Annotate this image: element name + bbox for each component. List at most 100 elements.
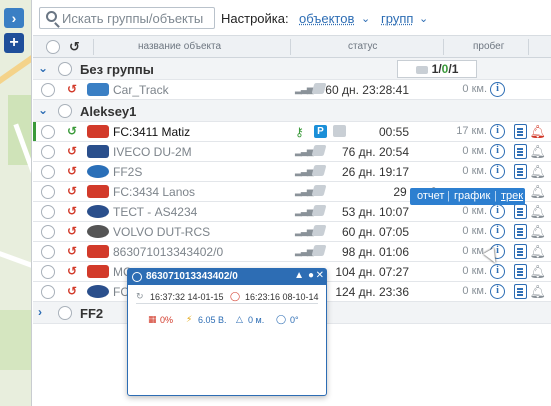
info-icon[interactable]: i: [490, 264, 505, 279]
reload-icon[interactable]: ↺: [67, 284, 77, 298]
satellite-icon: [311, 245, 327, 256]
report-icon[interactable]: [514, 204, 527, 219]
car-icon: [87, 245, 109, 258]
object-name[interactable]: VOLVO DUT-RCS: [113, 225, 210, 239]
info-icon[interactable]: i: [490, 82, 505, 97]
row-checkbox[interactable]: [41, 225, 55, 239]
bell-icon[interactable]: 🔔︎: [529, 224, 546, 240]
close-icon[interactable]: ✕: [316, 270, 324, 281]
group-checkbox[interactable]: [58, 62, 72, 76]
info-icon[interactable]: i: [490, 204, 505, 219]
info-icon[interactable]: i: [490, 144, 505, 159]
object-name[interactable]: IVECO DU-2M: [113, 145, 192, 159]
bell-icon[interactable]: 🔔︎: [529, 284, 546, 300]
select-all-checkbox[interactable]: [46, 40, 60, 54]
row-checkbox[interactable]: [41, 145, 55, 159]
info-icon[interactable]: i: [490, 124, 505, 139]
reload-icon[interactable]: ↺: [67, 224, 77, 238]
signal-icon: ▂▃▅: [295, 186, 314, 196]
column-mileage[interactable]: пробег: [473, 41, 504, 52]
chevron-down-icon[interactable]: ⌄: [38, 61, 48, 75]
table-row[interactable]: ↺ Car_Track ▂▃▅ 60 дн. 23:28:41 0 км. i: [33, 80, 551, 100]
column-status[interactable]: статус: [348, 41, 377, 52]
row-checkbox[interactable]: [41, 285, 55, 299]
search-icon: [46, 11, 57, 22]
reload-icon[interactable]: ↺: [67, 184, 77, 198]
mileage-value: 0 км.: [462, 205, 487, 217]
table-row[interactable]: ↺ ТЕСТ - AS4234 ▂▃▅ 53 дн. 10:07 0 км. i…: [33, 202, 551, 222]
object-name[interactable]: Car_Track: [113, 83, 169, 97]
object-name[interactable]: ТЕСТ - AS4234: [113, 205, 197, 219]
column-name[interactable]: название объекта: [138, 41, 221, 52]
group-row[interactable]: ⌄ Без группы 1/0/1: [33, 58, 551, 80]
column-divider: [290, 39, 291, 55]
reload-icon[interactable]: ↺: [67, 244, 77, 258]
bell-icon[interactable]: 🔔︎: [529, 264, 546, 280]
bell-icon[interactable]: 🔔︎: [529, 164, 546, 180]
group-row[interactable]: ⌄ Aleksey1: [33, 100, 551, 122]
bell-icon[interactable]: 🔔︎: [529, 124, 546, 140]
report-icon[interactable]: [514, 244, 527, 259]
chevron-down-icon[interactable]: ⌄: [361, 12, 370, 25]
chevron-right-icon[interactable]: ›: [38, 305, 42, 319]
group-checkbox[interactable]: [58, 306, 72, 320]
group-status-counter: 1/0/1: [397, 60, 477, 78]
table-row[interactable]: ↺ FC:3411 Matiz ⚷ P 00:55 17 км. i 🔔︎: [33, 122, 551, 142]
row-checkbox[interactable]: [41, 125, 55, 139]
table-row[interactable]: ↺ 863071013343402/0 ▂▃▅ 98 дн. 01:06 0 к…: [33, 242, 551, 262]
info-icon[interactable]: i: [490, 164, 505, 179]
reload-icon[interactable]: ↺: [67, 82, 77, 96]
popup-header: 863071013343402/0 ▲ ● ✕: [128, 269, 326, 285]
row-checkbox[interactable]: [41, 245, 55, 259]
reload-icon[interactable]: ↺: [69, 39, 80, 55]
pin-icon[interactable]: ●: [308, 270, 314, 281]
row-checkbox[interactable]: [41, 83, 55, 97]
object-name[interactable]: FC:3411 Matiz: [113, 125, 190, 139]
info-icon[interactable]: i: [490, 284, 505, 299]
car-icon: [87, 145, 109, 158]
reload-icon[interactable]: ↺: [67, 124, 77, 138]
popup-object-id: 863071013343402/0: [146, 271, 238, 282]
table-row[interactable]: ↺ VOLVO DUT-RCS ▂▃▅ 60 дн. 07:05 0 км. i…: [33, 222, 551, 242]
search-box[interactable]: [39, 7, 215, 29]
row-checkbox[interactable]: [41, 185, 55, 199]
report-icon[interactable]: [514, 284, 527, 299]
report-icon[interactable]: [514, 144, 527, 159]
report-link[interactable]: отчет: [417, 190, 444, 202]
row-checkbox[interactable]: [41, 205, 55, 219]
reload-icon[interactable]: ↺: [67, 204, 77, 218]
reload-icon[interactable]: ↺: [67, 264, 77, 278]
settings-groups-link[interactable]: групп: [381, 11, 413, 26]
status-time: 104 дн. 07:27: [335, 265, 409, 279]
last-position-time: 16:23:16 08-10-14: [245, 292, 319, 302]
info-icon[interactable]: i: [490, 224, 505, 239]
settings-objects-link[interactable]: объектов: [299, 11, 354, 26]
reload-icon[interactable]: ↺: [67, 144, 77, 158]
bell-icon[interactable]: 🔔︎: [529, 144, 546, 160]
zoom-in-button[interactable]: +: [4, 33, 24, 53]
bell-icon[interactable]: 🔔︎: [529, 204, 546, 220]
chevron-down-icon[interactable]: ⌄: [419, 12, 428, 25]
report-icon[interactable]: [514, 124, 527, 139]
report-icon[interactable]: [514, 264, 527, 279]
bell-icon[interactable]: 🔔︎: [529, 184, 546, 200]
reload-icon[interactable]: ↺: [67, 164, 77, 178]
row-checkbox[interactable]: [41, 165, 55, 179]
group-checkbox[interactable]: [58, 104, 72, 118]
map-panel[interactable]: › +: [0, 0, 32, 406]
table-row[interactable]: ↺ FF2S ▂▃▅ 26 дн. 19:17 0 км. i 🔔︎: [33, 162, 551, 182]
collapse-icon[interactable]: ▲: [294, 270, 304, 281]
row-checkbox[interactable]: [41, 265, 55, 279]
object-name[interactable]: FF2S: [113, 165, 142, 179]
chart-link[interactable]: график: [454, 190, 490, 202]
report-icon[interactable]: [514, 224, 527, 239]
expand-map-button[interactable]: ›: [4, 8, 24, 28]
table-row[interactable]: ↺ IVECO DU-2M ▂▃▅ 76 дн. 20:54 0 км. i 🔔…: [33, 142, 551, 162]
bell-icon[interactable]: 🔔︎: [529, 244, 546, 260]
search-input[interactable]: [62, 8, 212, 28]
report-icon[interactable]: [514, 164, 527, 179]
object-name[interactable]: 863071013343402/0: [113, 245, 223, 259]
object-name[interactable]: FC:3434 Lanos: [113, 185, 195, 199]
chevron-down-icon[interactable]: ⌄: [38, 103, 48, 117]
track-link[interactable]: трек: [501, 190, 523, 202]
